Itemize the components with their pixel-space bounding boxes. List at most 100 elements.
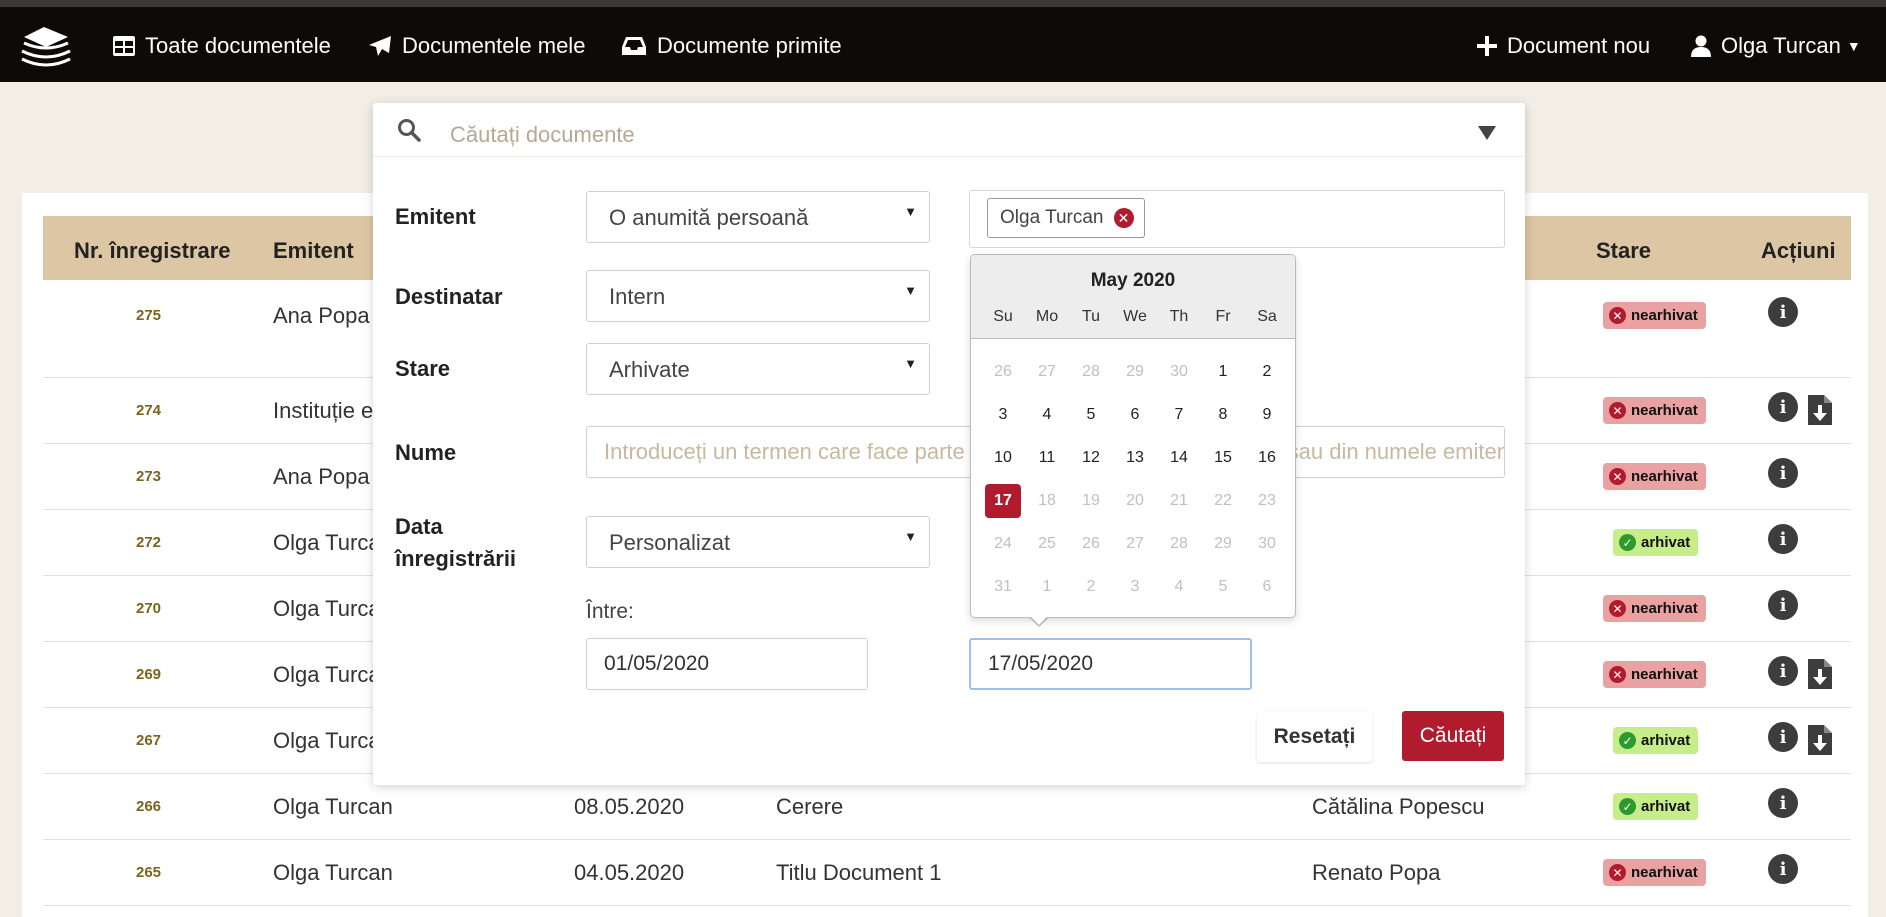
row-emitent: Olga Turca bbox=[273, 728, 381, 753]
datepicker-day[interactable]: 29 bbox=[1117, 355, 1153, 389]
datepicker-day[interactable]: 27 bbox=[1117, 527, 1153, 561]
row-emitent: Olga Turca bbox=[273, 662, 381, 687]
info-icon[interactable]: i bbox=[1768, 458, 1798, 488]
info-icon[interactable]: i bbox=[1768, 722, 1798, 752]
nav-all-documents-label: Toate documentele bbox=[145, 33, 331, 58]
datepicker-day[interactable]: 27 bbox=[1029, 355, 1065, 389]
search-input[interactable] bbox=[450, 118, 1450, 152]
nav-my-documents-label: Documentele mele bbox=[402, 33, 586, 58]
select-arrow-icon: ▼ bbox=[904, 204, 917, 219]
datepicker-day[interactable]: 28 bbox=[1161, 527, 1197, 561]
datepicker-day[interactable]: 1 bbox=[1029, 570, 1065, 604]
datepicker-day[interactable]: 2 bbox=[1249, 355, 1285, 389]
datepicker-day[interactable]: 10 bbox=[985, 441, 1021, 475]
emitent-tag: Olga Turcan ✕ bbox=[987, 198, 1145, 238]
datepicker-weekday: Sa bbox=[1257, 308, 1277, 325]
header-actiuni: Acțiuni bbox=[1761, 238, 1836, 263]
datepicker-day[interactable]: 15 bbox=[1205, 441, 1241, 475]
row-data: 08.05.2020 bbox=[574, 794, 685, 819]
user-menu[interactable]: Olga Turcan ▼ bbox=[1691, 33, 1861, 59]
stare-select[interactable]: Arhivate ▼ bbox=[586, 343, 930, 395]
search-toggle-icon[interactable] bbox=[1478, 126, 1496, 140]
datepicker-day[interactable]: 25 bbox=[1029, 527, 1065, 561]
info-icon[interactable]: i bbox=[1768, 392, 1798, 422]
status-badge: ✓ arhivat bbox=[1613, 793, 1699, 820]
row-emitent: Olga Turcan bbox=[273, 860, 393, 885]
label-data-line1: Data bbox=[395, 514, 443, 539]
status-text: nearhivat bbox=[1631, 600, 1698, 617]
datepicker-day[interactable]: 28 bbox=[1073, 355, 1109, 389]
datepicker-day[interactable]: 4 bbox=[1161, 570, 1197, 604]
datepicker-day[interactable]: 11 bbox=[1029, 441, 1065, 475]
status-badge: ✕ nearhivat bbox=[1603, 859, 1706, 886]
datepicker-day[interactable]: 6 bbox=[1117, 398, 1153, 432]
datepicker-day[interactable]: 24 bbox=[985, 527, 1021, 561]
row-nr: 274 bbox=[136, 402, 162, 419]
datepicker-day[interactable]: 8 bbox=[1205, 398, 1241, 432]
datepicker-day[interactable]: 3 bbox=[985, 398, 1021, 432]
nav-my-documents[interactable]: Documentele mele bbox=[368, 33, 585, 59]
reset-button[interactable]: Resetați bbox=[1257, 712, 1372, 762]
datepicker-day[interactable]: 1 bbox=[1205, 355, 1241, 389]
check-icon: ✓ bbox=[1619, 534, 1636, 551]
datepicker-day[interactable]: 20 bbox=[1117, 484, 1153, 518]
select-arrow-icon: ▼ bbox=[904, 356, 917, 371]
new-document-button[interactable]: Document nou bbox=[1477, 33, 1650, 59]
info-icon[interactable]: i bbox=[1768, 656, 1798, 686]
datepicker-day[interactable]: 30 bbox=[1249, 527, 1285, 561]
datepicker-day[interactable]: 7 bbox=[1161, 398, 1197, 432]
status-text: arhivat bbox=[1641, 534, 1691, 551]
datepicker-day[interactable]: 29 bbox=[1205, 527, 1241, 561]
search-icon bbox=[398, 119, 421, 142]
download-file-icon[interactable] bbox=[1807, 394, 1833, 426]
paper-plane-icon bbox=[369, 36, 391, 56]
info-icon[interactable]: i bbox=[1768, 524, 1798, 554]
destinatar-select[interactable]: Intern ▼ bbox=[586, 270, 930, 322]
app-logo-icon[interactable] bbox=[20, 23, 72, 71]
info-icon[interactable]: i bbox=[1768, 788, 1798, 818]
table-icon bbox=[113, 36, 135, 56]
datepicker-day[interactable]: 16 bbox=[1249, 441, 1285, 475]
download-file-icon[interactable] bbox=[1807, 724, 1833, 756]
emitent-select[interactable]: O anumită persoană ▼ bbox=[586, 191, 930, 243]
datepicker-day[interactable]: 12 bbox=[1073, 441, 1109, 475]
datepicker-day[interactable]: 26 bbox=[985, 355, 1021, 389]
download-file-icon[interactable] bbox=[1807, 658, 1833, 690]
info-icon[interactable]: i bbox=[1768, 297, 1798, 327]
select-arrow-icon: ▼ bbox=[904, 529, 917, 544]
datepicker-day[interactable]: 22 bbox=[1205, 484, 1241, 518]
info-icon[interactable]: i bbox=[1768, 854, 1798, 884]
nav-received-documents[interactable]: Documente primite bbox=[621, 33, 842, 59]
datepicker-day[interactable]: 30 bbox=[1161, 355, 1197, 389]
datepicker-day[interactable]: 5 bbox=[1205, 570, 1241, 604]
datepicker-day[interactable]: 31 bbox=[985, 570, 1021, 604]
row-destinatar: Renato Popa bbox=[1312, 860, 1441, 885]
date-to-input[interactable] bbox=[969, 638, 1252, 690]
datepicker-day[interactable]: 21 bbox=[1161, 484, 1197, 518]
row-nume: Cerere bbox=[776, 794, 844, 819]
datepicker-day[interactable]: 2 bbox=[1073, 570, 1109, 604]
info-icon[interactable]: i bbox=[1768, 590, 1798, 620]
datepicker-weekday: We bbox=[1123, 308, 1147, 325]
datepicker-day[interactable]: 23 bbox=[1249, 484, 1285, 518]
datepicker-day-selected[interactable]: 17 bbox=[985, 484, 1021, 518]
select-arrow-icon: ▼ bbox=[904, 283, 917, 298]
date-from-input[interactable] bbox=[586, 638, 868, 690]
data-select[interactable]: Personalizat ▼ bbox=[586, 516, 930, 568]
table-row[interactable]: 265 Olga Turcan 04.05.2020 Titlu Document 1… bbox=[43, 840, 1851, 906]
datepicker-day[interactable]: 9 bbox=[1249, 398, 1285, 432]
nav-all-documents[interactable]: Toate documentele bbox=[113, 33, 331, 59]
datepicker-day[interactable]: 3 bbox=[1117, 570, 1153, 604]
datepicker-day[interactable]: 6 bbox=[1249, 570, 1285, 604]
remove-tag-icon[interactable]: ✕ bbox=[1113, 208, 1134, 228]
datepicker-day[interactable]: 18 bbox=[1029, 484, 1065, 518]
datepicker-day[interactable]: 4 bbox=[1029, 398, 1065, 432]
row-nr: 270 bbox=[136, 600, 162, 617]
datepicker-day[interactable]: 19 bbox=[1073, 484, 1109, 518]
datepicker-day[interactable]: 14 bbox=[1161, 441, 1197, 475]
check-icon: ✓ bbox=[1619, 732, 1636, 749]
datepicker-day[interactable]: 5 bbox=[1073, 398, 1109, 432]
datepicker-day[interactable]: 26 bbox=[1073, 527, 1109, 561]
datepicker-day[interactable]: 13 bbox=[1117, 441, 1153, 475]
search-button[interactable]: Căutați bbox=[1402, 711, 1504, 761]
